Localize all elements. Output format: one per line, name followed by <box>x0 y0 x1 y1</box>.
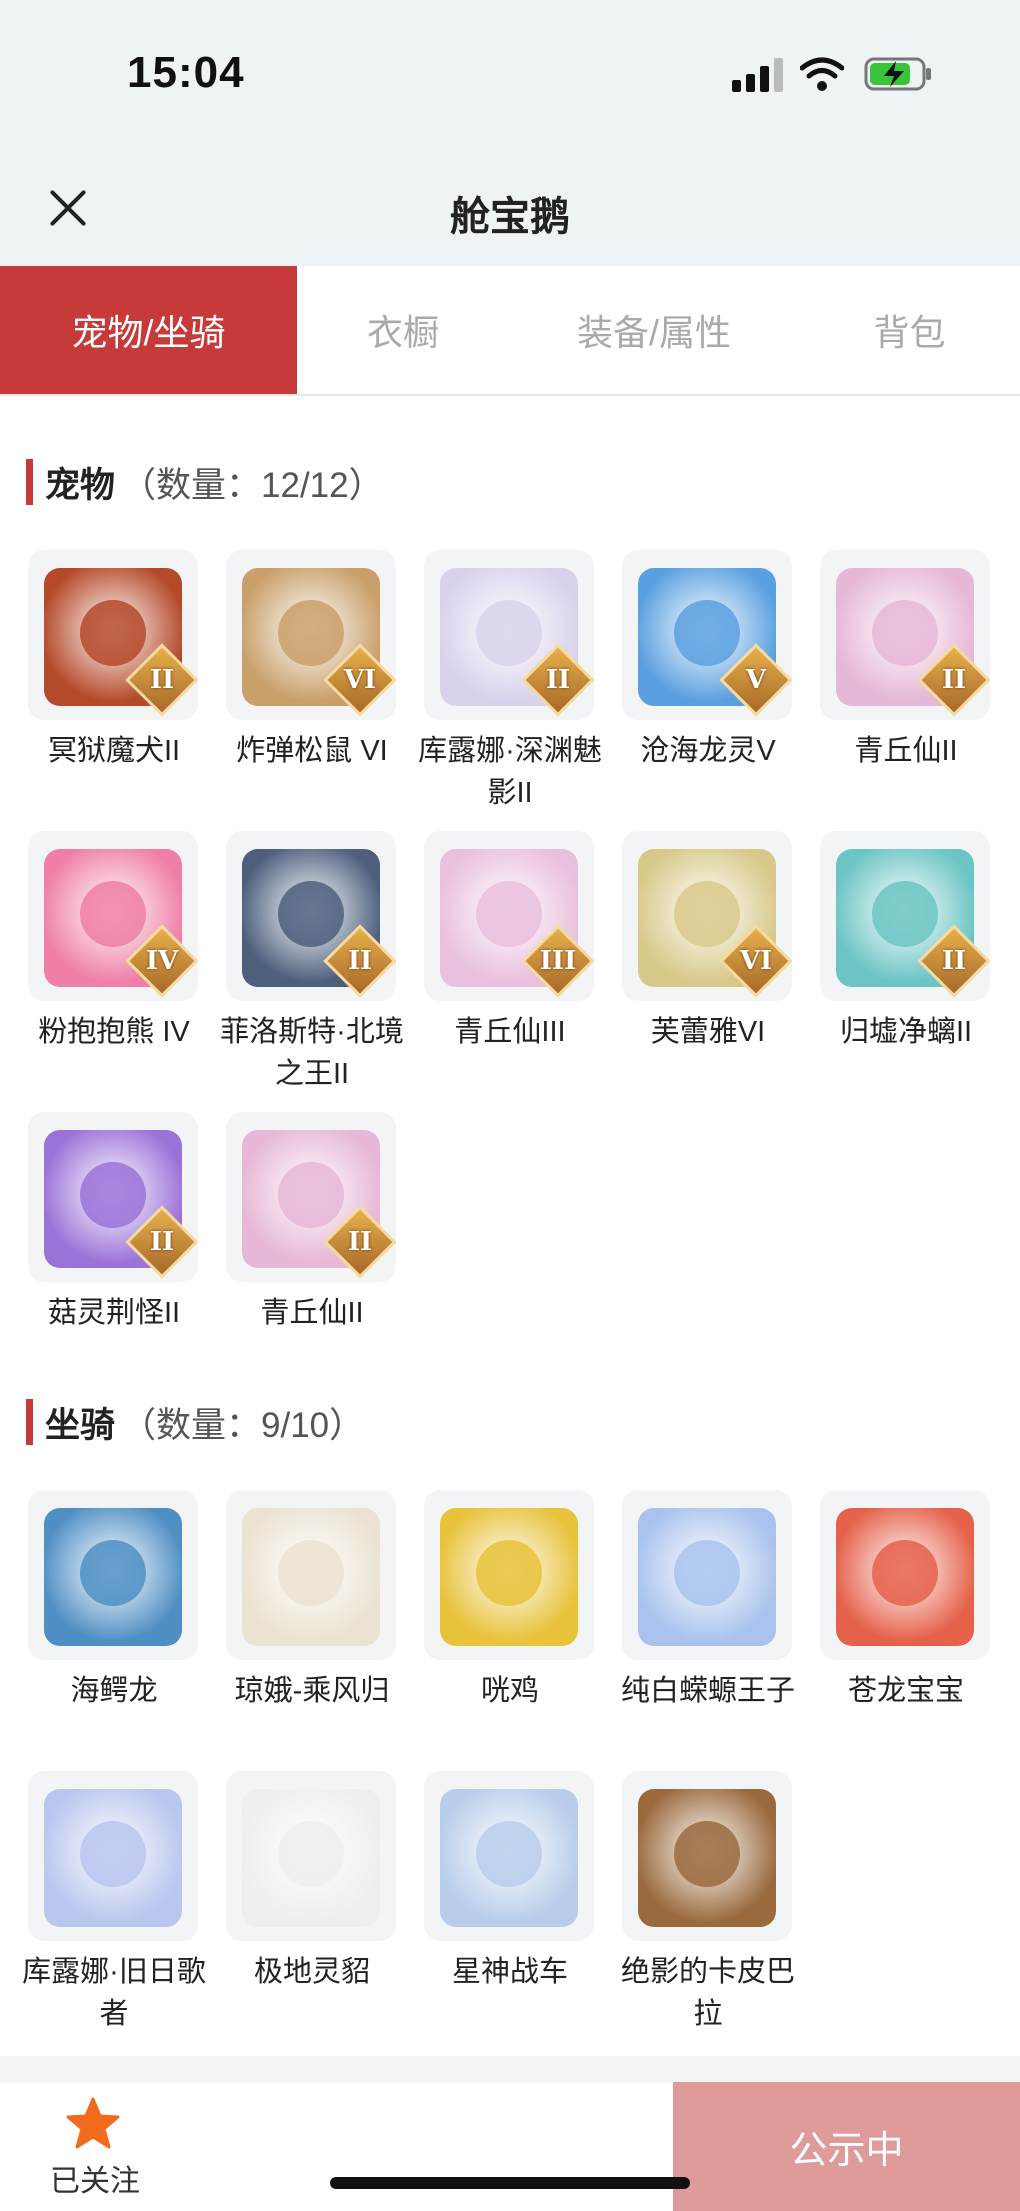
mount-image[interactable] <box>622 1490 792 1660</box>
character-face <box>278 1540 344 1606</box>
section-marker <box>26 459 33 505</box>
pet-image[interactable]: III <box>424 831 594 1001</box>
pet-image[interactable]: V <box>622 550 792 720</box>
mounts-section-title: 坐骑 <box>45 1405 116 1445</box>
pet-name: 青丘仙II <box>854 735 958 767</box>
character-face <box>476 1540 542 1606</box>
mounts-section-count: （数量：9/10） <box>121 1405 365 1445</box>
rank-badge-text: VI <box>343 665 377 695</box>
tab-bar: 宠物/坐骑 衣橱 装备/属性 背包 <box>0 266 1020 396</box>
top-bar: 15:04 舱宝鹅 <box>0 0 1020 266</box>
section-divider <box>0 2056 1020 2082</box>
rank-badge-text: V <box>745 665 767 695</box>
mount-name: 极地灵貂 <box>253 1956 370 1988</box>
character-face <box>80 1540 146 1606</box>
pets-section-count: （数量：12/12） <box>121 465 384 505</box>
mount-name: 琼娥-乘风归 <box>234 1675 390 1707</box>
status-time: 15:04 <box>127 48 245 97</box>
pet-name: 冥狱魔犬II <box>47 735 181 767</box>
character-face <box>872 1540 938 1606</box>
character-face <box>674 1821 740 1887</box>
battery-charging-icon <box>864 57 931 91</box>
pets-section-header: 宠物 （数量：12/12） <box>26 456 384 508</box>
pet-name: 库露娜·深渊魅影II <box>418 735 602 809</box>
tab-backpack[interactable]: 背包 <box>799 266 1020 394</box>
rank-badge-text: II <box>941 665 967 695</box>
rank-badge-text: II <box>149 665 175 695</box>
rank-badge-text: II <box>545 665 571 695</box>
pet-name: 粉抱抱熊 IV <box>38 1016 190 1048</box>
pet-name: 芙蕾雅VI <box>650 1016 766 1048</box>
mount-name: 绝影的卡皮巴拉 <box>620 1956 795 2030</box>
pet-image[interactable]: II <box>28 550 198 720</box>
rank-badge-text: II <box>347 1227 373 1257</box>
rank-badge-text: III <box>539 946 577 976</box>
mount-image[interactable] <box>226 1490 396 1660</box>
mount-image[interactable] <box>820 1490 990 1660</box>
wifi-icon <box>800 57 844 91</box>
pets-section-title: 宠物 <box>45 465 116 505</box>
rank-badge-text: IV <box>145 946 179 976</box>
pet-name: 沧海龙灵V <box>640 735 776 767</box>
rank-badge-text: II <box>941 946 967 976</box>
pet-name: 炸弹松鼠 VI <box>236 735 388 767</box>
mount-name: 咣鸡 <box>480 1675 539 1707</box>
character-face <box>476 1821 542 1887</box>
mount-name: 星神战车 <box>451 1956 568 1988</box>
pet-name: 青丘仙III <box>454 1016 566 1048</box>
mounts-section-header: 坐骑 （数量：9/10） <box>26 1396 364 1448</box>
tab-pets-mounts[interactable]: 宠物/坐骑 <box>0 266 297 394</box>
character-face <box>278 1821 344 1887</box>
rank-badge-text: VI <box>739 946 773 976</box>
mount-name: 苍龙宝宝 <box>847 1675 964 1707</box>
pet-name: 菲洛斯特·北境之王II <box>220 1016 404 1090</box>
mount-image[interactable] <box>424 1490 594 1660</box>
tab-equipment[interactable]: 装备/属性 <box>509 266 799 394</box>
section-marker <box>26 1399 33 1445</box>
pet-image[interactable]: II <box>820 831 990 1001</box>
pet-image[interactable]: II <box>820 550 990 720</box>
cellular-signal-icon <box>732 58 784 92</box>
mount-name: 库露娜·旧日歌者 <box>22 1956 206 2030</box>
pet-image[interactable]: II <box>424 550 594 720</box>
pet-image[interactable]: IV <box>28 831 198 1001</box>
publish-status-button[interactable]: 公示中 <box>673 2082 1020 2211</box>
mount-name: 海鳄龙 <box>70 1675 158 1707</box>
pet-name: 青丘仙II <box>260 1297 364 1329</box>
character-face <box>674 1540 740 1606</box>
character-face <box>80 1821 146 1887</box>
star-icon <box>66 2097 120 2149</box>
mount-image[interactable] <box>622 1771 792 1941</box>
home-indicator <box>330 2177 690 2189</box>
mount-image[interactable] <box>28 1490 198 1660</box>
pet-image[interactable]: VI <box>226 550 396 720</box>
follow-button[interactable]: 已关注 <box>30 2090 160 2200</box>
mount-image[interactable] <box>28 1771 198 1941</box>
pet-image[interactable]: VI <box>622 831 792 1001</box>
pet-name: 归墟净螭II <box>839 1016 973 1048</box>
mount-image[interactable] <box>424 1771 594 1941</box>
pet-image[interactable]: II <box>226 831 396 1001</box>
rank-badge-text: II <box>149 1227 175 1257</box>
pet-image[interactable]: II <box>226 1112 396 1282</box>
follow-label: 已关注 <box>50 2165 140 2198</box>
pet-name: 菇灵荆怪II <box>47 1297 181 1329</box>
rank-badge-text: II <box>347 946 373 976</box>
mount-image[interactable] <box>226 1771 396 1941</box>
page-title: 舱宝鹅 <box>450 195 570 239</box>
tab-wardrobe[interactable]: 衣橱 <box>297 266 509 394</box>
pet-image[interactable]: II <box>28 1112 198 1282</box>
mount-name: 纯白蝾螈王子 <box>620 1675 795 1707</box>
